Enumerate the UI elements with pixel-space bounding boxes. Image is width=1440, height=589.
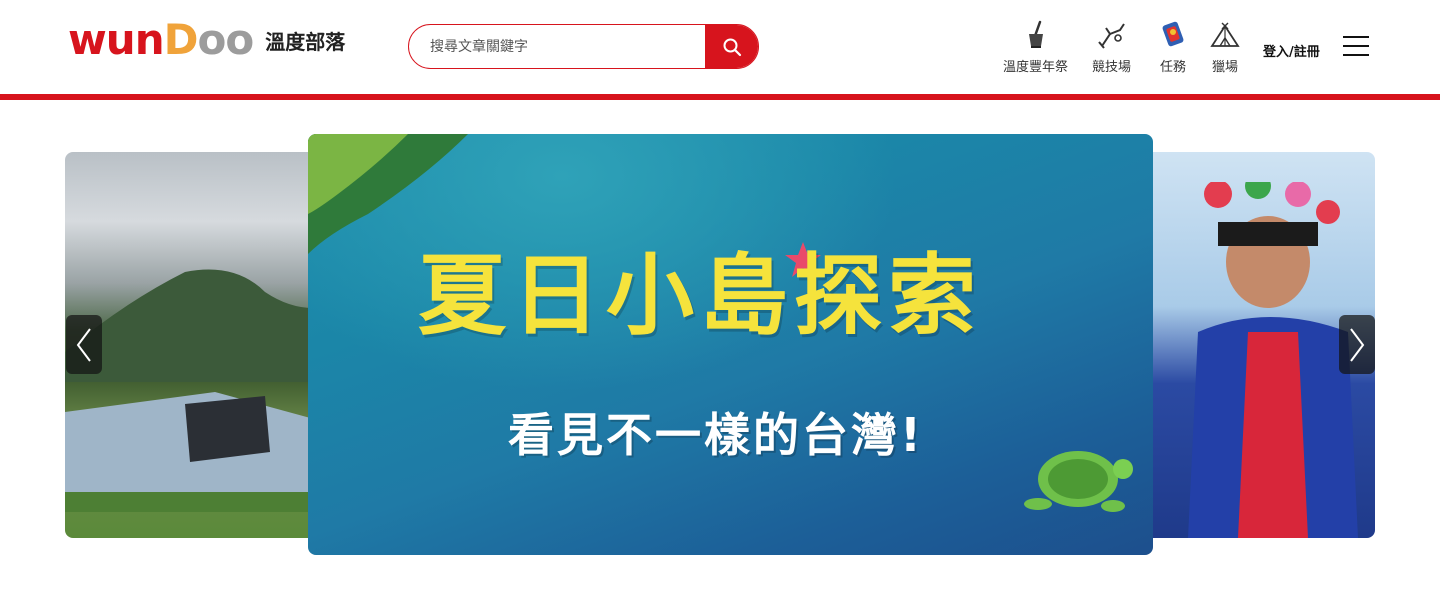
hamburger-menu-icon[interactable]: [1343, 36, 1369, 56]
search-bar: [408, 24, 759, 69]
nav-label: 任務: [1159, 60, 1186, 75]
nav-item-hunting-ground[interactable]: 獵場: [1208, 18, 1242, 75]
tent-image: [65, 392, 325, 512]
chevron-left-icon: [76, 327, 91, 362]
mortar-pestle-icon: [1019, 18, 1053, 52]
site-logo[interactable]: wunDoo 溫度部落: [68, 14, 345, 66]
carousel-next-button[interactable]: [1339, 315, 1375, 374]
site-header: wunDoo 溫度部落 溫度豐年祭: [0, 0, 1440, 94]
sea-turtle-decoration: [1024, 451, 1133, 512]
carousel-prev-button[interactable]: [66, 315, 102, 374]
login-register-link[interactable]: 登入/註冊: [1263, 41, 1320, 60]
foliage-decoration: [308, 134, 468, 254]
logo-subtitle: 溫度部落: [265, 29, 346, 54]
nav-item-tasks[interactable]: 任務: [1156, 18, 1190, 75]
banner-subtitle: 看見不一樣的台灣!: [508, 408, 924, 462]
tent-icon: [1208, 18, 1242, 52]
chevron-right-icon: [1350, 327, 1365, 362]
task-badge-icon: [1156, 18, 1190, 52]
carousel-slide-summer-island[interactable]: 夏日小島探索 看見不一樣的台灣!: [308, 134, 1153, 555]
banner-title: 夏日小島探索: [418, 244, 983, 347]
nav-item-arena[interactable]: 競技場: [1092, 18, 1131, 75]
nav-label: 獵場: [1211, 60, 1238, 75]
header-divider: [0, 94, 1440, 100]
search-button[interactable]: [705, 25, 758, 68]
nav-label: 溫度豐年祭: [1003, 60, 1069, 75]
slingshot-icon: [1095, 18, 1129, 52]
carousel-slide-camping[interactable]: [65, 152, 325, 538]
search-icon: [723, 38, 741, 56]
logo-wordmark: wunDoo: [68, 15, 254, 64]
nav-label: 競技場: [1092, 60, 1132, 75]
nav-item-harvest-festival[interactable]: 溫度豐年祭: [1003, 18, 1068, 75]
search-input[interactable]: [409, 25, 705, 68]
mountain-image: [65, 269, 325, 382]
